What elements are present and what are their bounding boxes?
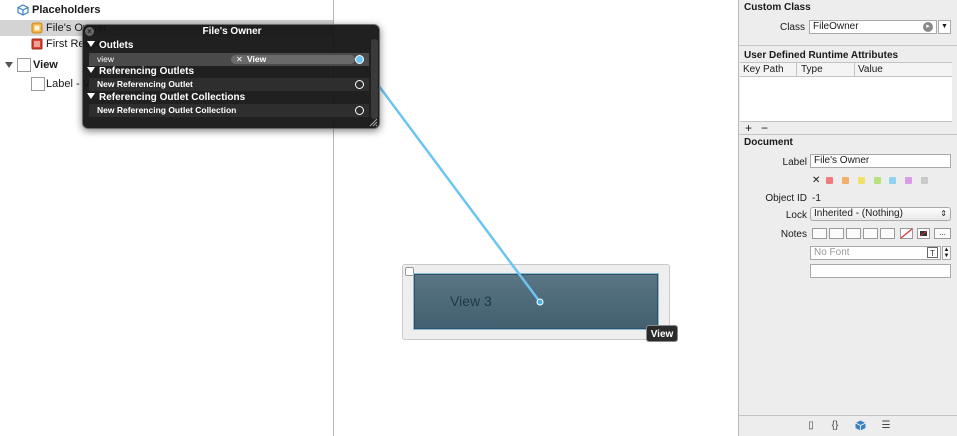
- color-yellow-swatch[interactable]: [858, 177, 865, 184]
- cube-icon[interactable]: [855, 420, 866, 431]
- class-label: Class: [779, 22, 805, 33]
- runtime-attributes-header: User Defined Runtime Attributes: [744, 50, 899, 61]
- braces-icon[interactable]: {}: [829, 420, 841, 431]
- document-header: Document: [744, 137, 793, 148]
- text-color-icon[interactable]: [917, 228, 930, 239]
- col-type[interactable]: Type: [801, 63, 823, 76]
- disclosure-triangle-icon: [87, 67, 95, 73]
- col-value[interactable]: Value: [858, 63, 883, 76]
- view-tooltip: View: [646, 325, 678, 342]
- font-stepper[interactable]: ▲ ▼: [942, 246, 951, 260]
- color-orange-swatch[interactable]: [842, 177, 849, 184]
- list-icon[interactable]: ☰: [880, 420, 892, 431]
- hud-title: File's Owner: [202, 26, 262, 37]
- section-referencing-outlets[interactable]: Referencing Outlets: [87, 65, 369, 78]
- disclosure-triangle-icon: [87, 93, 95, 99]
- col-divider: [796, 63, 797, 76]
- class-value: FileOwner: [813, 21, 859, 32]
- file-icon[interactable]: ▯: [805, 420, 817, 431]
- resize-grip-icon[interactable]: [368, 117, 378, 127]
- new-referencing-outlet-label: New Referencing Outlet: [97, 79, 193, 89]
- new-referencing-outlet-row[interactable]: New Referencing Outlet: [89, 78, 369, 91]
- empty-circle-icon[interactable]: [355, 106, 364, 115]
- custom-class-header: Custom Class: [744, 2, 811, 13]
- add-attribute-button[interactable]: +: [745, 121, 752, 135]
- hud-scrollbar[interactable]: [371, 39, 378, 119]
- new-referencing-outlet-collection-label: New Referencing Outlet Collection: [97, 105, 237, 115]
- lock-label: Lock: [785, 210, 807, 221]
- go-arrow-icon[interactable]: ▸: [923, 22, 933, 32]
- updown-arrows-icon: ⇕: [940, 209, 947, 218]
- col-divider: [854, 63, 855, 76]
- no-color-icon[interactable]: [900, 228, 913, 239]
- separator: [739, 415, 957, 416]
- lock-value: Inherited - (Nothing): [814, 208, 903, 219]
- section-referencing-outlets-title: Referencing Outlets: [99, 66, 195, 77]
- separator: [739, 45, 957, 46]
- section-outlets[interactable]: Outlets: [87, 39, 369, 52]
- remove-attribute-button[interactable]: −: [761, 121, 768, 135]
- empty-circle-icon[interactable]: [355, 80, 364, 89]
- font-placeholder: No Font: [814, 247, 850, 258]
- color-gray-swatch[interactable]: [921, 177, 928, 184]
- font-size-field[interactable]: [810, 264, 951, 278]
- lock-popup[interactable]: Inherited - (Nothing) ⇕: [810, 207, 951, 221]
- document-label-value: File's Owner: [814, 155, 870, 166]
- object-id-label: Object ID: [765, 193, 807, 204]
- color-purple-swatch[interactable]: [905, 177, 912, 184]
- section-collections-title: Referencing Outlet Collections: [99, 92, 246, 103]
- col-keypath[interactable]: Key Path: [743, 63, 784, 76]
- align-right-icon[interactable]: [846, 228, 861, 239]
- object-id-value: -1: [812, 193, 821, 204]
- align-justify-icon[interactable]: [863, 228, 878, 239]
- class-dropdown-icon[interactable]: ▼: [938, 20, 951, 34]
- align-left-icon[interactable]: [812, 228, 827, 239]
- document-label-field[interactable]: File's Owner: [810, 154, 951, 168]
- align-natural-icon[interactable]: [880, 228, 895, 239]
- table-header: Key Path Type Value: [740, 63, 952, 77]
- color-red-swatch[interactable]: [826, 177, 833, 184]
- align-center-icon[interactable]: [829, 228, 844, 239]
- class-combo-field[interactable]: FileOwner ▸: [809, 20, 937, 34]
- identity-inspector: Custom Class Class FileOwner ▸ ▼ User De…: [738, 0, 957, 436]
- label-label: Label: [782, 157, 807, 168]
- font-picker-icon[interactable]: T: [927, 247, 938, 258]
- new-referencing-outlet-collection-row[interactable]: New Referencing Outlet Collection: [89, 104, 369, 117]
- notes-label: Notes: [780, 229, 807, 240]
- more-options-button[interactable]: ...: [934, 228, 951, 239]
- runtime-attributes-table[interactable]: Key Path Type Value: [740, 62, 952, 122]
- section-referencing-outlet-collections[interactable]: Referencing Outlet Collections: [87, 91, 369, 104]
- color-green-swatch[interactable]: [874, 177, 881, 184]
- disclosure-triangle-icon: [87, 41, 95, 47]
- color-blue-swatch[interactable]: [889, 177, 896, 184]
- connections-hud[interactable]: × File's Owner Outlets view ✕ View Refer…: [82, 24, 380, 129]
- font-field[interactable]: No Font T: [810, 246, 941, 260]
- section-outlets-title: Outlets: [99, 40, 134, 51]
- clear-color-icon[interactable]: ✕: [812, 175, 820, 186]
- separator: [739, 134, 957, 135]
- connected-circle-icon[interactable]: [355, 55, 364, 64]
